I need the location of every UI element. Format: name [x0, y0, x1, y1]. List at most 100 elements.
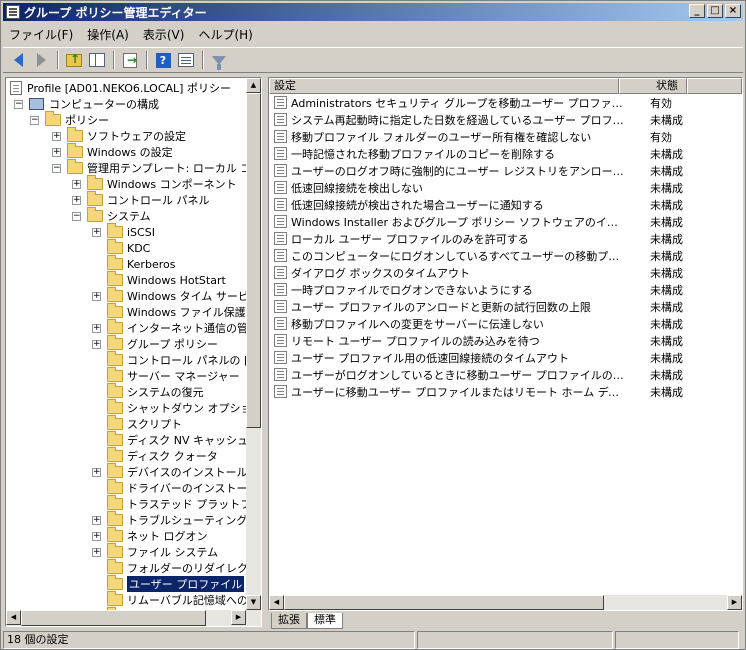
tree-node[interactable]: ユーザー プロファイル — [92, 575, 245, 592]
setting-row[interactable]: Windows Installer およびグループ ポリシー ソフトウェアのイン… — [269, 213, 742, 230]
collapse-icon[interactable]: − — [14, 99, 23, 109]
help-button[interactable]: ? — [152, 49, 174, 71]
collapse-icon[interactable]: − — [30, 115, 39, 125]
close-button[interactable]: × — [725, 4, 741, 18]
expand-icon[interactable]: + — [72, 179, 81, 189]
tree-node[interactable]: + iSCSI — [92, 223, 155, 240]
menu-help[interactable]: ヘルプ(H) — [192, 26, 258, 43]
tree-node[interactable]: KDC — [92, 239, 150, 256]
tree-node[interactable]: シャットダウン オプション — [92, 399, 246, 416]
expand-icon[interactable]: + — [92, 467, 101, 477]
tree-horizontal-scrollbar[interactable]: ◀ ▶ — [6, 610, 261, 626]
filter-button[interactable] — [208, 49, 230, 71]
scroll-thumb[interactable] — [246, 93, 261, 428]
expand-icon[interactable]: + — [92, 547, 101, 557]
column-header-state[interactable]: 状態 — [619, 78, 687, 94]
setting-row[interactable]: 低速回線接続が検出された場合ユーザーに通知する 未構成 — [269, 196, 742, 213]
tree-node[interactable]: + コントロール パネル — [72, 191, 210, 208]
menu-file[interactable]: ファイル(F) — [3, 26, 79, 43]
scroll-down-button[interactable]: ▼ — [246, 595, 261, 610]
expand-icon[interactable]: + — [52, 147, 61, 157]
setting-row[interactable]: 移動プロファイル フォルダーのユーザー所有権を確認しない 有効 — [269, 128, 742, 145]
minimize-button[interactable]: _ — [689, 4, 705, 18]
setting-row[interactable]: ユーザーに移動ユーザー プロファイルまたはリモート ホーム ディレクトリ... 未… — [269, 383, 742, 400]
setting-row[interactable]: このコンピューターにログオンしているすべてユーザーの移動プロファイル... 未構成 — [269, 247, 742, 264]
tab-extended[interactable]: 拡張 — [271, 613, 307, 629]
collapse-icon[interactable]: − — [52, 163, 61, 173]
setting-row[interactable]: Administrators セキュリティ グループを移動ユーザー プロファイル… — [269, 94, 742, 111]
properties-button[interactable] — [175, 49, 197, 71]
setting-row[interactable]: ユーザーがログオンしているときに移動ユーザー プロファイルのレジスト... 未構成 — [269, 366, 742, 383]
scroll-left-button[interactable]: ◀ — [6, 610, 21, 625]
tree-node[interactable]: + グループ ポリシー — [92, 335, 218, 352]
back-button[interactable] — [7, 49, 29, 71]
tree-node[interactable]: スクリプト — [92, 415, 182, 432]
tree-node[interactable]: + Windows タイム サービス — [92, 287, 246, 304]
expand-icon[interactable]: + — [92, 515, 101, 525]
tree-node[interactable]: − 管理用テンプレート: ローカル コン — [52, 159, 246, 176]
expand-icon[interactable]: + — [92, 227, 101, 237]
tree-node[interactable]: Windows ファイル保護 — [92, 303, 246, 320]
tab-standard[interactable]: 標準 — [307, 613, 343, 629]
tree-node[interactable]: − コンピューターの構成 — [14, 96, 159, 112]
tree-node[interactable]: + Windows の設定 — [52, 143, 173, 160]
export-list-button[interactable] — [119, 49, 141, 71]
collapse-icon[interactable]: − — [72, 211, 81, 221]
up-one-level-button[interactable] — [63, 49, 85, 71]
tree-node[interactable]: Kerberos — [92, 255, 175, 272]
setting-row[interactable]: 移動プロファイルへの変更をサーバーに伝達しない 未構成 — [269, 315, 742, 332]
tree-node[interactable]: + ネット ログオン — [92, 527, 208, 544]
scroll-thumb[interactable] — [284, 595, 604, 610]
setting-row[interactable]: ローカル ユーザー プロファイルのみを許可する 未構成 — [269, 230, 742, 247]
column-header-setting[interactable]: 設定 — [269, 78, 619, 94]
tree-node[interactable]: Windows HotStart — [92, 271, 226, 288]
tree-node[interactable]: + ファイル システム — [92, 543, 218, 560]
forward-button[interactable] — [30, 49, 52, 71]
tree-node[interactable]: ディスク NV キャッシュ — [92, 431, 246, 448]
setting-row[interactable]: ユーザー プロファイル用の低速回線接続のタイムアウト 未構成 — [269, 349, 742, 366]
tree-node-label: トラブルシューティングと診断 — [127, 514, 246, 527]
maximize-button[interactable]: □ — [707, 4, 723, 18]
scroll-left-button[interactable]: ◀ — [269, 595, 284, 610]
expand-icon[interactable]: + — [52, 131, 61, 141]
tree-node[interactable]: ドライバーのインストール — [92, 479, 246, 496]
expand-icon[interactable]: + — [92, 339, 101, 349]
tree-node[interactable]: + デバイスのインストール — [92, 463, 246, 480]
expand-icon[interactable]: + — [92, 291, 101, 301]
tree-node[interactable]: トラステッド プラットフォーム — [92, 495, 246, 512]
tree-node[interactable]: フォルダーのリダイレクト — [92, 559, 246, 576]
tree-node[interactable]: + ソフトウェアの設定 — [52, 127, 186, 144]
show-hide-tree-button[interactable] — [86, 49, 108, 71]
tree-node[interactable]: コントロール パネルの [パフ — [92, 351, 246, 368]
menu-action[interactable]: 操作(A) — [81, 26, 135, 43]
scroll-right-button[interactable]: ▶ — [231, 610, 246, 625]
list-horizontal-scrollbar[interactable]: ◀ ▶ — [269, 595, 742, 610]
tree-node[interactable]: + Windows コンポーネント — [72, 175, 237, 192]
setting-row[interactable]: リモート ユーザー プロファイルの読み込みを待つ 未構成 — [269, 332, 742, 349]
tree-node[interactable]: − ポリシー — [30, 111, 109, 128]
tree-node[interactable]: リムーバブル記憶域へのア — [92, 591, 246, 608]
setting-row[interactable]: 一時記憶された移動プロファイルのコピーを削除する 未構成 — [269, 145, 742, 162]
scroll-right-button[interactable]: ▶ — [727, 595, 742, 610]
tree-node[interactable]: ディスク クォータ — [92, 447, 218, 464]
setting-row[interactable]: ユーザーのログオフ時に強制的にユーザー レジストリをアンロードしない 未構成 — [269, 162, 742, 179]
tree-node[interactable]: + インターネット通信の管理 — [92, 319, 246, 336]
expand-icon[interactable]: + — [92, 531, 101, 541]
tree-node[interactable]: + トラブルシューティングと診断 — [92, 511, 246, 528]
setting-row[interactable]: システム再起動時に指定した日数を経過しているユーザー プロファイ... 未構成 — [269, 111, 742, 128]
tree-node[interactable]: − システム — [72, 207, 151, 224]
tree-node[interactable]: システムの復元 — [92, 383, 204, 400]
tree-vertical-scrollbar[interactable]: ▲ ▼ — [246, 78, 261, 610]
menu-view[interactable]: 表示(V) — [137, 26, 191, 43]
setting-row[interactable]: 一時プロファイルでログオンできないようにする 未構成 — [269, 281, 742, 298]
setting-row[interactable]: 低速回線接続を検出しない 未構成 — [269, 179, 742, 196]
expand-icon[interactable]: + — [72, 195, 81, 205]
setting-row[interactable]: ユーザー プロファイルのアンロードと更新の試行回数の上限 未構成 — [269, 298, 742, 315]
tree-node[interactable]: Profile [AD01.NEKO6.LOCAL] ポリシー — [10, 80, 231, 96]
scroll-up-button[interactable]: ▲ — [246, 78, 261, 93]
scroll-thumb[interactable] — [21, 610, 206, 626]
setting-row[interactable]: ダイアログ ボックスのタイムアウト 未構成 — [269, 264, 742, 281]
tree-node[interactable]: サーバー マネージャー — [92, 367, 240, 384]
expand-icon[interactable]: + — [92, 323, 101, 333]
